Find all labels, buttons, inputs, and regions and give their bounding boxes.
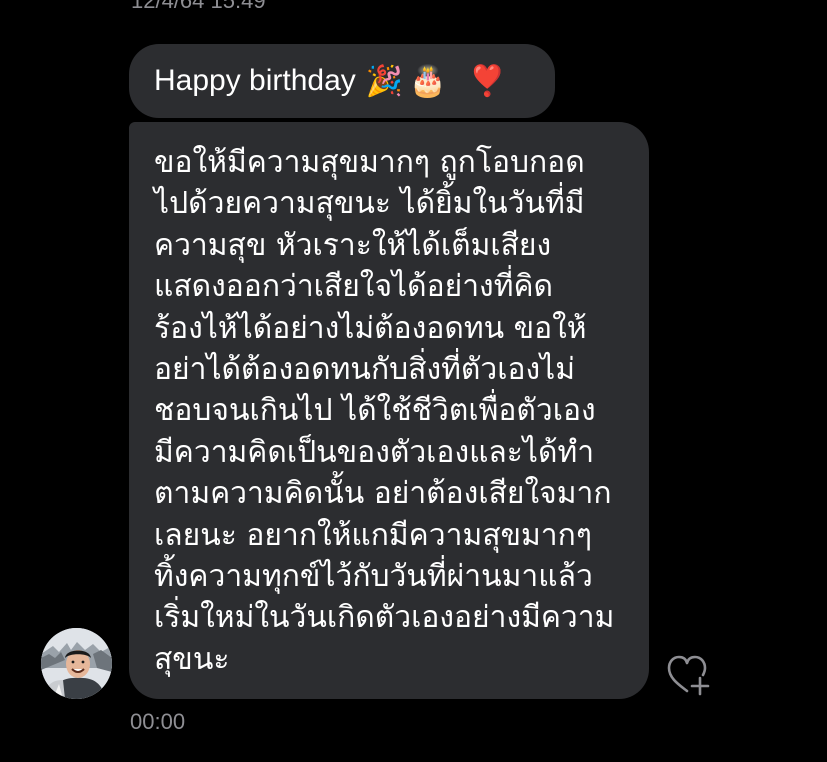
- message-bubble-happy-birthday[interactable]: Happy birthday 🎉 🎂 ❣️: [129, 44, 555, 118]
- message-line: ไปด้วยความสุขนะ ได้ยิ้มในวันที่มี: [154, 186, 585, 222]
- message-line: อย่าได้ต้องอดทนกับสิ่งที่ตัวเองไม่: [154, 352, 575, 388]
- message-line: เลยนะ อยากให้แกมีความสุขมากๆ: [154, 517, 592, 553]
- heart-plus-icon: [667, 655, 710, 696]
- message-line: มีความคิดเป็นของตัวเองและได้ทำ: [154, 434, 595, 470]
- message-line: แสดงออกว่าเสียใจได้อย่างที่คิด: [154, 269, 554, 305]
- birthday-cake-emoji: 🎂: [409, 63, 447, 99]
- message-line: ขอให้มีความสุขมากๆ ถูกโอบกอด: [154, 145, 585, 180]
- heart-exclamation-emoji: ❣️: [468, 63, 506, 99]
- message-line: ชอบจนเกินไป ได้ใช้ชีวิตเพื่อตัวเอง: [154, 393, 596, 429]
- react-heart-plus-button[interactable]: [666, 654, 712, 696]
- message-line: เริ่มใหม่ในวันเกิดตัวเองอย่างมีความ: [154, 600, 615, 636]
- top-timestamp: 12/4/64 15:49: [131, 0, 266, 13]
- message-line: ตามความคิดนั้น อย่าต้องเสียใจมาก: [154, 476, 612, 512]
- message-line: ทิ้งความทุกข์ไว้กับวันที่ผ่านมาแล้ว: [154, 559, 593, 595]
- message-text: Happy birthday: [154, 64, 356, 97]
- message-line: สุขนะ: [154, 641, 230, 677]
- message-line: ความสุข หัวเราะให้ได้เต็มเสียง: [154, 227, 552, 263]
- message-bubble-wishes[interactable]: ขอให้มีความสุขมากๆ ถูกโอบกอด ไปด้วยความส…: [129, 122, 649, 699]
- party-popper-emoji: 🎉: [365, 63, 404, 99]
- sender-avatar[interactable]: [41, 628, 112, 699]
- message-time: 00:00: [130, 709, 186, 734]
- message-line: ร้องไห้ได้อย่างไม่ต้องอดทน ขอให้: [154, 310, 587, 346]
- avatar-icon: [41, 628, 112, 699]
